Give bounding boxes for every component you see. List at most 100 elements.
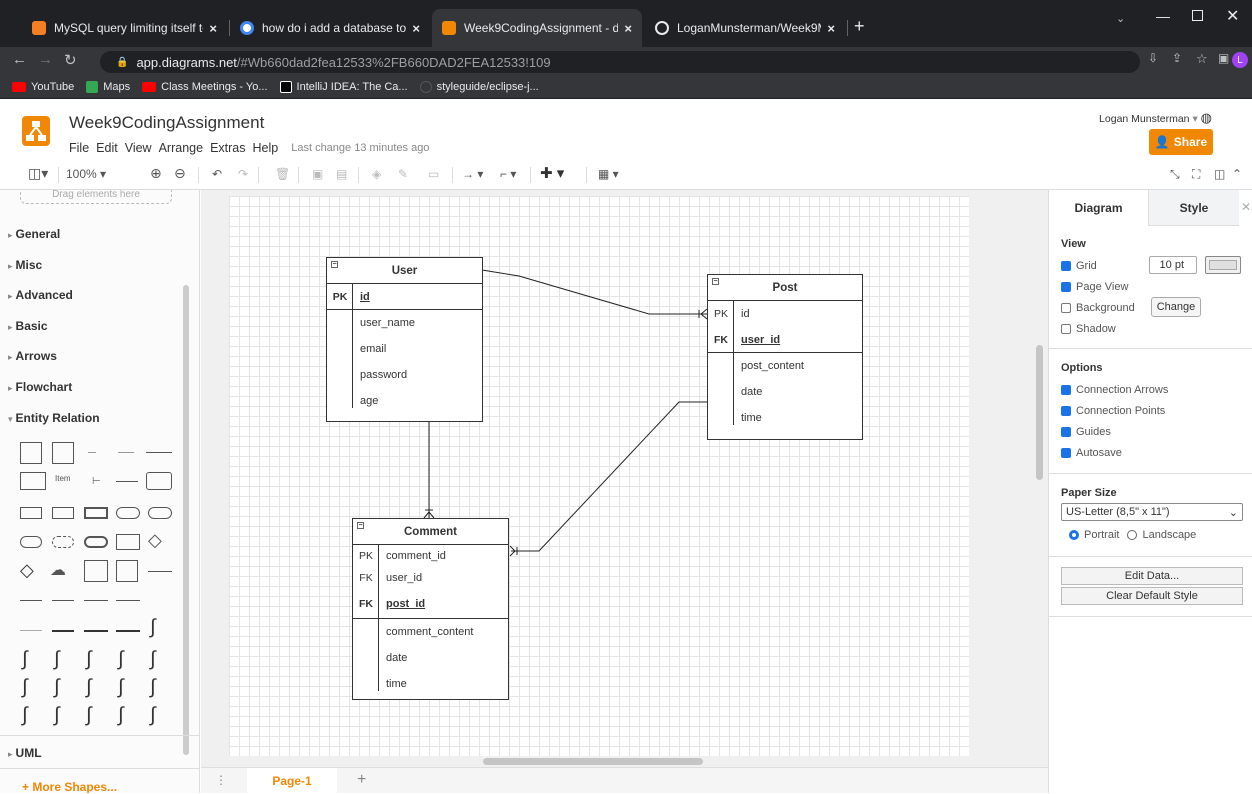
entity-user[interactable]: − User PK id user_name email password age xyxy=(326,257,483,422)
clear-default-style-button[interactable]: Clear Default Style xyxy=(1061,587,1243,605)
canvas-vertical-scrollbar[interactable] xyxy=(1036,345,1043,480)
tab-search-icon[interactable]: ⌄ xyxy=(1116,12,1125,25)
category-entity-relation[interactable]: ▾ Entity Relation xyxy=(8,411,100,425)
browser-tab-2[interactable]: how do i add a database to MyS × xyxy=(230,9,430,47)
collapse-icon[interactable]: ⌃ xyxy=(1232,167,1242,181)
grid-checkbox[interactable]: Grid xyxy=(1061,260,1097,272)
category-general[interactable]: ▸ General xyxy=(8,227,60,241)
connection-icon[interactable]: → ▾ xyxy=(462,167,483,181)
maximize-button[interactable] xyxy=(1192,10,1203,21)
page-view-checkbox[interactable]: Page View xyxy=(1061,281,1128,293)
zoom-in-icon[interactable]: ⊕ xyxy=(150,165,162,182)
globe-icon[interactable]: ◍ xyxy=(1201,110,1212,125)
table-icon[interactable]: ▦ ▾ xyxy=(598,167,619,181)
scratchpad-drop-area[interactable]: Drag elements here xyxy=(20,190,172,204)
fullscreen-icon[interactable]: ⤡ xyxy=(1170,167,1180,182)
to-back-icon[interactable]: ▤ xyxy=(336,167,347,181)
redo-icon[interactable]: ↷ xyxy=(238,167,248,181)
user-menu[interactable]: Logan Munsterman ▾ ◍ xyxy=(1099,110,1212,126)
browser-tab-1[interactable]: MySQL query limiting itself to ce × xyxy=(22,9,227,47)
radio-checked-icon[interactable] xyxy=(1069,530,1079,540)
side-panel-icon[interactable]: ▣ xyxy=(1218,51,1229,65)
tab-page-1[interactable]: Page-1 xyxy=(247,768,337,794)
install-icon[interactable]: ⇩ xyxy=(1148,51,1158,65)
share-button[interactable]: 👤 Share xyxy=(1149,129,1213,155)
connection-arrows-checkbox[interactable]: Connection Arrows xyxy=(1061,384,1168,396)
er-table-shape[interactable] xyxy=(20,442,42,464)
menu-edit[interactable]: Edit xyxy=(96,141,118,155)
autosave-checkbox[interactable]: Autosave xyxy=(1061,447,1122,459)
category-advanced[interactable]: ▸ Advanced xyxy=(8,288,73,302)
er-entity-shape[interactable] xyxy=(20,472,46,490)
zoom-out-icon[interactable]: ⊖ xyxy=(174,165,186,182)
close-icon[interactable]: × xyxy=(827,21,835,36)
forward-icon[interactable]: → xyxy=(38,51,53,68)
category-misc[interactable]: ▸ Misc xyxy=(8,258,42,272)
browser-tab-4[interactable]: LoganMunsterman/Week9MySQ × xyxy=(645,9,845,47)
menu-file[interactable]: File xyxy=(69,141,89,155)
paper-size-select[interactable]: US-Letter (8,5" x 11") ⌄ xyxy=(1061,503,1243,521)
menu-arrange[interactable]: Arrange xyxy=(159,141,203,155)
diagram-page[interactable]: − User PK id user_name email password age… xyxy=(229,196,969,756)
edit-data-button[interactable]: Edit Data... xyxy=(1061,567,1243,585)
waypoints-icon[interactable]: ⌐ ▾ xyxy=(500,167,516,181)
to-front-icon[interactable]: ▣ xyxy=(312,167,323,181)
line-color-icon[interactable]: ✎ xyxy=(398,167,408,181)
shadow-icon[interactable]: ▭ xyxy=(428,167,439,181)
menu-help[interactable]: Help xyxy=(253,141,279,155)
new-tab-button[interactable]: + xyxy=(854,16,865,37)
category-arrows[interactable]: ▸ Arrows xyxy=(8,349,57,363)
browser-tab-3[interactable]: Week9CodingAssignment - diag × xyxy=(432,9,642,47)
grid-size-input[interactable]: 10 pt xyxy=(1149,256,1197,274)
tab-diagram[interactable]: Diagram xyxy=(1049,190,1149,226)
profile-avatar[interactable]: L xyxy=(1232,52,1248,68)
bookmark-class-meetings[interactable]: Class Meetings - Yo... xyxy=(142,81,268,93)
bookmark-youtube[interactable]: YouTube xyxy=(12,81,74,93)
close-icon[interactable]: ✕ xyxy=(1241,200,1251,214)
fit-icon[interactable]: ⛶ xyxy=(1192,167,1200,182)
zoom-select[interactable]: 100% ▾ xyxy=(66,167,106,181)
bookmark-intellij[interactable]: IntelliJ IDEA: The Ca... xyxy=(279,80,408,93)
delete-icon[interactable]: 🗑 xyxy=(275,167,290,181)
format-panel-toggle-icon[interactable]: ◫▾ xyxy=(28,165,48,182)
pages-menu-icon[interactable]: ⋮ xyxy=(215,773,227,787)
insert-icon[interactable]: ✚ ▾ xyxy=(540,164,564,182)
undo-icon[interactable]: ↶ xyxy=(212,167,222,181)
entity-comment[interactable]: − Comment PK comment_id FK user_id FK pos… xyxy=(352,518,509,700)
collapse-icon[interactable]: − xyxy=(357,522,364,529)
reload-icon[interactable]: ↻ xyxy=(64,51,77,69)
entity-post[interactable]: − Post PK id FK user_id post_content date… xyxy=(707,274,863,440)
change-background-button[interactable]: Change xyxy=(1151,297,1201,317)
category-basic[interactable]: ▸ Basic xyxy=(8,319,48,333)
url-input[interactable]: 🔒 app.diagrams.net/#Wb660dad2fea12533%2F… xyxy=(100,51,1140,73)
connection-points-checkbox[interactable]: Connection Points xyxy=(1061,405,1165,417)
minimize-button[interactable]: — xyxy=(1156,8,1170,24)
collapse-icon[interactable]: − xyxy=(331,261,338,268)
background-checkbox[interactable]: Background xyxy=(1061,302,1135,314)
more-shapes-button[interactable]: + More Shapes... xyxy=(22,780,117,793)
category-flowchart[interactable]: ▸ Flowchart xyxy=(8,380,72,394)
diagram-title[interactable]: Week9CodingAssignment xyxy=(69,113,264,133)
sidebar-scrollbar[interactable] xyxy=(183,285,189,755)
tab-style[interactable]: Style xyxy=(1149,190,1239,226)
close-window-button[interactable]: ✕ xyxy=(1226,6,1239,26)
fill-color-icon[interactable]: ◈ xyxy=(372,167,381,181)
diagram-canvas[interactable]: − User PK id user_name email password age… xyxy=(201,190,1048,767)
grid-color-button[interactable] xyxy=(1205,256,1241,274)
er-table-shape[interactable] xyxy=(52,442,74,464)
shadow-checkbox[interactable]: Shadow xyxy=(1061,323,1116,335)
bookmark-star-icon[interactable]: ☆ xyxy=(1196,51,1208,67)
close-icon[interactable]: × xyxy=(412,21,420,36)
panel-icon[interactable]: ◫ xyxy=(1214,167,1225,181)
canvas-horizontal-scrollbar[interactable] xyxy=(483,758,703,765)
collapse-icon[interactable]: − xyxy=(712,278,719,285)
menu-view[interactable]: View xyxy=(125,141,152,155)
er-entity-shape[interactable] xyxy=(146,472,172,490)
close-icon[interactable]: × xyxy=(209,21,217,36)
last-change-text[interactable]: Last change 13 minutes ago xyxy=(291,141,429,155)
close-icon[interactable]: × xyxy=(624,21,632,36)
bookmark-styleguide[interactable]: styleguide/eclipse-j... xyxy=(419,80,539,93)
share-page-icon[interactable]: ⇪ xyxy=(1172,51,1182,65)
guides-checkbox[interactable]: Guides xyxy=(1061,426,1111,438)
add-page-icon[interactable]: + xyxy=(357,771,366,789)
